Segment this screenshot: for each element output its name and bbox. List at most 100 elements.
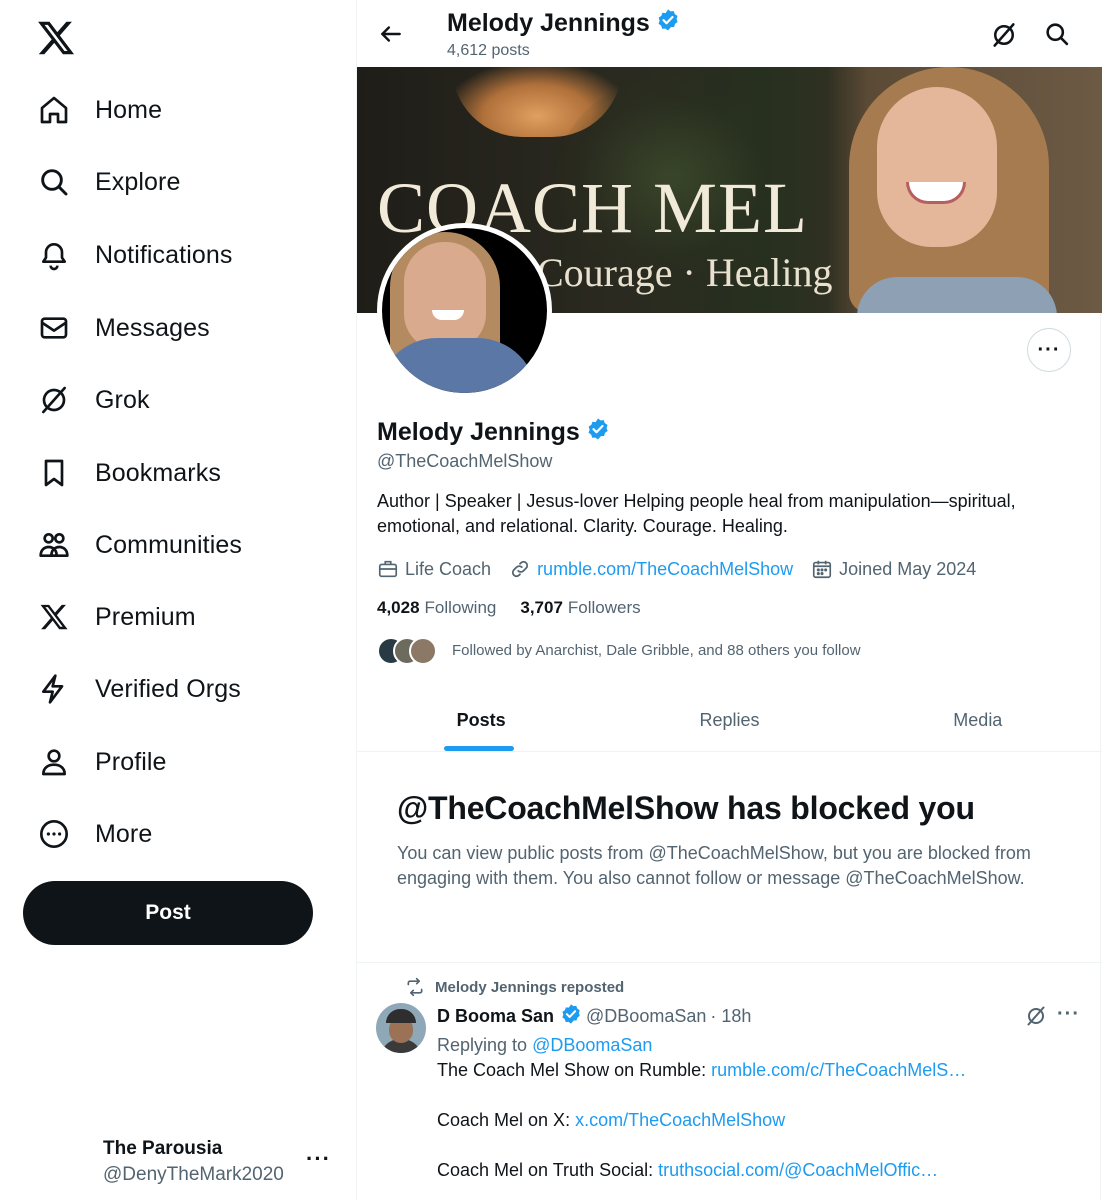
tab-label: Media [953, 710, 1003, 730]
nav-label: Bookmarks [95, 458, 221, 487]
profile-tabs: Posts Replies Media [357, 690, 1102, 752]
search-icon[interactable] [1043, 20, 1073, 50]
nav-label: Profile [95, 747, 167, 776]
tab-media[interactable]: Media [854, 690, 1102, 751]
profile-link: rumble.com/TheCoachMelShow [509, 558, 793, 580]
banner-photo [877, 87, 997, 247]
posts-count: 4,612 posts [447, 42, 530, 59]
left-sidebar: Home Explore Notifications Messages Grok… [0, 0, 356, 1200]
blocked-notice: @TheCoachMelShow has blocked you You can… [397, 790, 1057, 891]
verified-badge-icon[interactable] [586, 417, 610, 448]
profile-website-link[interactable]: rumble.com/TheCoachMelShow [537, 559, 793, 580]
avatar-photo [386, 1009, 416, 1023]
back-button[interactable] [373, 16, 409, 52]
bookmark-icon [34, 453, 74, 493]
envelope-icon [34, 308, 74, 348]
tweet-line: Coach Mel on Truth Social: truthsocial.c… [437, 1158, 1077, 1183]
follow-counts: 4,028 Following 3,707 Followers [377, 598, 665, 618]
tweet-line: The Coach Mel Show on Rumble: rumble.com… [437, 1058, 1077, 1083]
nav-notifications[interactable]: Notifications [34, 227, 232, 283]
active-tab-indicator [444, 746, 514, 751]
profile-name: Melody Jennings [377, 417, 610, 448]
nav-label: Premium [95, 602, 196, 631]
main-column: Melody Jennings 4,612 posts COACH MEL Co… [356, 0, 1102, 1200]
nav-label: More [95, 819, 153, 848]
calendar-icon [813, 560, 832, 579]
following-label: Following [424, 598, 497, 617]
lightning-icon [34, 669, 74, 709]
person-icon [34, 742, 74, 782]
tweet-author-avatar[interactable] [376, 1003, 426, 1053]
profile-display-name: Melody Jennings [377, 418, 580, 446]
following-link[interactable]: 4,028 Following [377, 598, 496, 618]
grok-icon[interactable] [1024, 1004, 1048, 1033]
nav-grok[interactable]: Grok [34, 372, 150, 428]
tweet-author-name[interactable]: D Booma San [437, 1006, 554, 1027]
tab-label: Posts [456, 710, 506, 730]
tweet-link[interactable]: truthsocial.com/@CoachMelOffic… [658, 1160, 938, 1180]
tweet[interactable]: Melody Jennings reposted D Booma San @DB… [357, 963, 1102, 1200]
joined-label: Joined May 2024 [839, 558, 977, 579]
followers-label: Followers [567, 598, 641, 617]
replying-to-link[interactable]: @DBoomaSan [532, 1035, 652, 1055]
arrow-left-icon [381, 26, 401, 42]
followed-by-text: Followed by Anarchist, Dale Gribble, and… [452, 641, 861, 659]
link-icon [511, 560, 529, 578]
account-name: The Parousia [103, 1138, 223, 1159]
nav-communities[interactable]: Communities [34, 517, 242, 573]
followed-by[interactable]: Followed by Anarchist, Dale Gribble, and… [377, 634, 861, 666]
nav-explore[interactable]: Explore [34, 154, 180, 210]
nav-label: Verified Orgs [95, 674, 241, 703]
profile-header-bar: Melody Jennings 4,612 posts [357, 0, 1102, 67]
nav-messages[interactable]: Messages [34, 300, 210, 356]
nav-bookmarks[interactable]: Bookmarks [34, 445, 221, 501]
nav-home[interactable]: Home [34, 82, 162, 138]
tweet-more-icon[interactable]: ··· [1057, 1003, 1080, 1026]
post-button[interactable]: Post [23, 881, 313, 945]
home-icon [34, 90, 74, 130]
more-circle-icon [34, 814, 74, 854]
tweet-time[interactable]: · 18h [710, 1006, 751, 1027]
banner-photo [857, 277, 1057, 313]
profile-joined: Joined May 2024 [811, 558, 976, 580]
followers-link[interactable]: 3,707 Followers [520, 598, 640, 618]
nav-premium[interactable]: Premium [34, 589, 196, 645]
account-switcher[interactable]: The Parousia @DenyTheMark2020 ··· [22, 1126, 342, 1192]
avatar-photo [404, 242, 486, 350]
profile-meta: Life Coach rumble.com/TheCoachMelShow Jo… [377, 556, 994, 582]
nav-verified-orgs[interactable]: Verified Orgs [34, 661, 241, 717]
tweet-text: The Coach Mel Show on Rumble: [437, 1060, 712, 1080]
profile-more-button[interactable]: ··· [1027, 328, 1071, 372]
nav-profile[interactable]: Profile [34, 734, 167, 790]
nav-more[interactable]: More [34, 806, 152, 862]
profile-bio: Author | Speaker | Jesus-lover Helping p… [377, 491, 1016, 536]
tweet-text: Coach Mel on Truth Social: [437, 1160, 659, 1180]
replying-prefix: Replying to [437, 1035, 533, 1055]
avatar-photo [432, 310, 464, 320]
nav-label: Communities [95, 530, 242, 559]
tweet-link[interactable]: rumble.com/c/TheCoachMelS… [711, 1060, 966, 1080]
nav-label: Messages [95, 313, 210, 342]
verified-badge-icon [560, 1003, 582, 1030]
x-logo-icon[interactable] [36, 18, 76, 58]
tab-replies[interactable]: Replies [605, 690, 853, 751]
profile-avatar[interactable] [377, 223, 552, 398]
followers-count: 3,707 [520, 598, 563, 617]
briefcase-icon [378, 560, 398, 578]
tweet-link[interactable]: x.com/TheCoachMelShow [575, 1110, 785, 1130]
more-icon[interactable]: ··· [306, 1146, 331, 1172]
profile-handle: @TheCoachMelShow [377, 451, 553, 471]
following-count: 4,028 [377, 598, 420, 617]
nav-label: Explore [95, 167, 181, 196]
tab-posts[interactable]: Posts [357, 690, 605, 751]
people-icon [34, 525, 74, 565]
x-logo-icon [34, 597, 74, 637]
category-label: Life Coach [405, 558, 492, 579]
tweet-author-handle[interactable]: @DBoomaSan [586, 1006, 706, 1027]
nav-label: Home [95, 95, 163, 124]
header-title: Melody Jennings [447, 8, 680, 39]
repost-indicator: Melody Jennings reposted [405, 977, 624, 997]
nav-label: Grok [95, 385, 150, 414]
bell-icon [34, 235, 74, 275]
grok-icon[interactable] [989, 20, 1019, 50]
